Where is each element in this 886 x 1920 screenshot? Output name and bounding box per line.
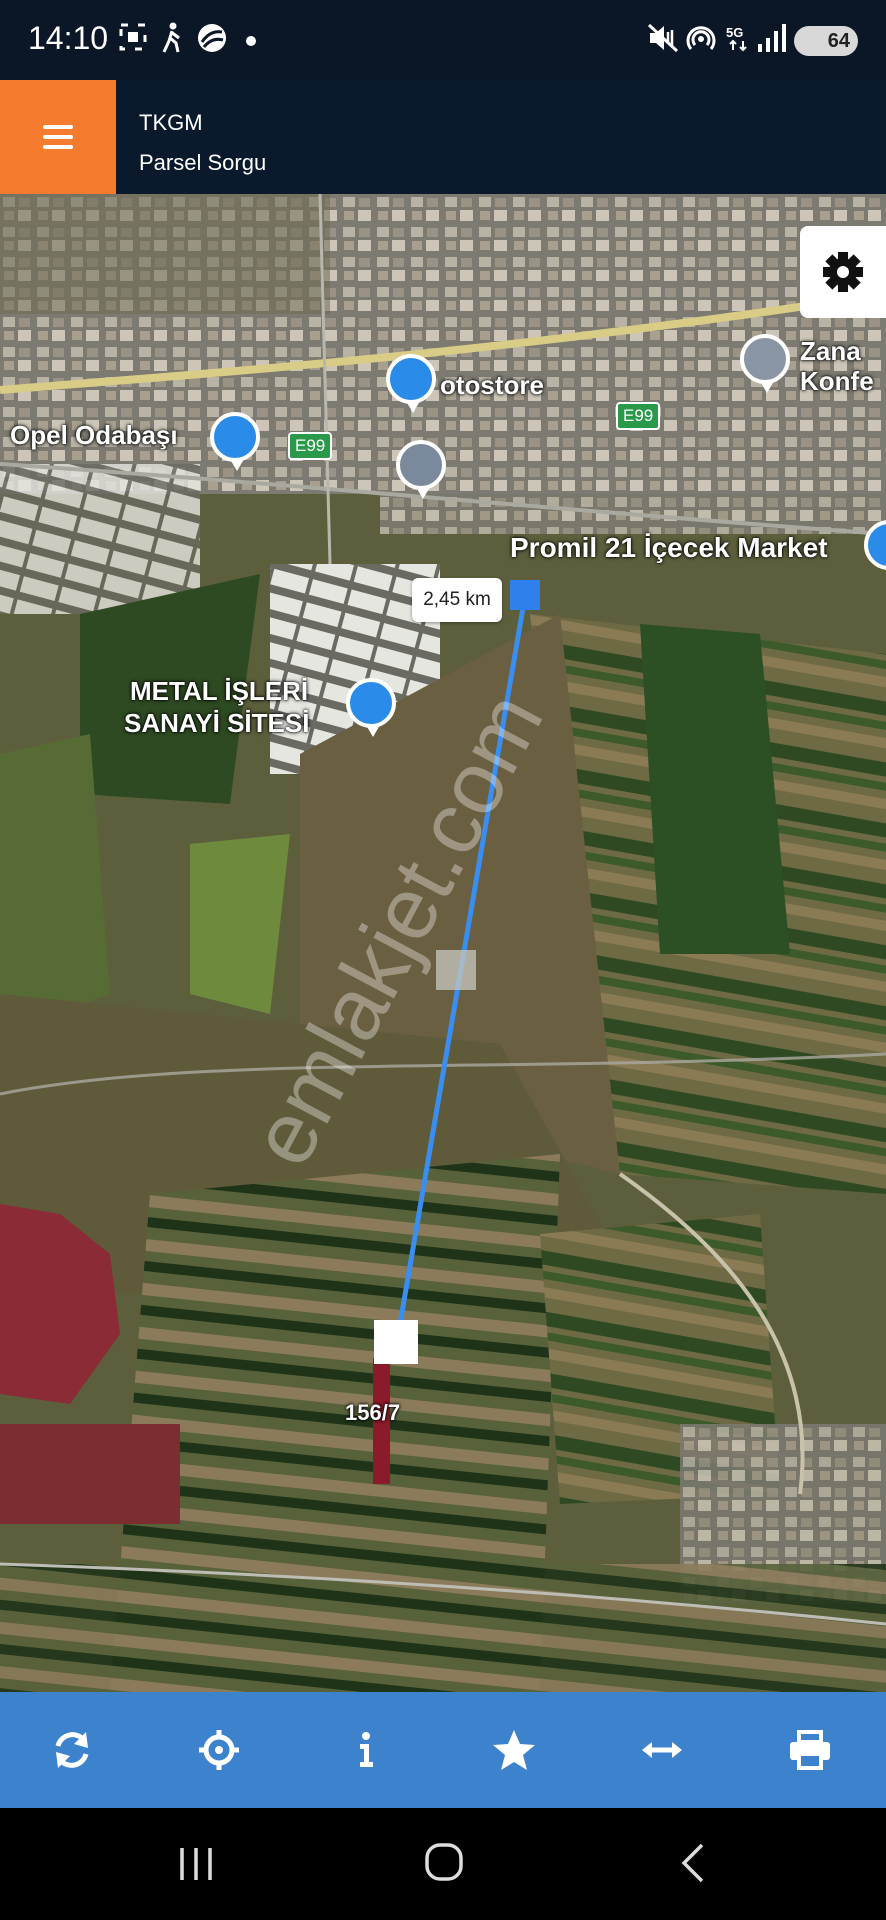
map-label-metal-1: METAL İŞLERİ [130,676,309,706]
mute-icon [647,23,679,53]
svg-text:5G: 5G [726,25,743,40]
map-label-zana: Zana [800,336,861,366]
road-badge: E99 [616,402,661,430]
screenshot-icon [119,23,147,51]
distance-label: 2,45 km [412,578,502,622]
recents-icon[interactable] [176,1846,216,1882]
measure-icon[interactable] [634,1722,690,1778]
back-icon[interactable] [678,1842,708,1884]
shopping-pin-icon[interactable] [346,678,396,737]
5g-icon: 5G [726,25,747,52]
map-view[interactable]: Opel Odabaşı otostore Zana Konfe Promil … [0,194,886,1692]
road-badge: E99 [288,432,333,460]
star-icon[interactable] [486,1722,542,1778]
home-icon[interactable] [424,1842,464,1882]
accessibility-icon [162,22,180,53]
app-subtitle: Parsel Sorgu [139,150,267,175]
app-header: TKGM Parsel Sorgu [0,80,886,194]
map-label-promil: Promil 21 İçecek Market [510,532,828,563]
map-label-konfe: Konfe [800,366,874,396]
bottom-toolbar [0,1692,886,1808]
print-icon[interactable] [782,1722,838,1778]
map-label-opel: Opel Odabaşı [10,420,178,450]
system-nav-bar [0,1808,886,1920]
hotspot-icon [686,26,716,50]
battery-level: 64 [827,30,850,52]
status-bar: 14:10 5G 64 [0,0,886,80]
dot-icon [246,36,256,46]
app-icon [198,24,226,52]
clock: 14:10 [28,20,109,56]
locate-icon[interactable] [191,1722,247,1778]
signal-icon [758,24,786,52]
place-pin-icon[interactable] [740,334,790,393]
info-icon[interactable] [338,1722,394,1778]
battery-icon: 64 [794,26,858,56]
school-pin-icon[interactable] [396,440,446,499]
hamburger-menu-icon[interactable] [0,80,116,194]
shopping-pin-icon[interactable] [386,354,436,413]
app-title: TKGM [139,110,203,135]
refresh-icon[interactable] [44,1722,100,1778]
parcel-label: 156/7 [345,1400,401,1425]
shopping-pin-icon[interactable] [210,412,260,471]
map-label-metal-2: SANAYİ SİTESİ [124,708,310,738]
gear-icon[interactable] [800,226,886,318]
map-label-otostore: otostore [440,370,544,400]
